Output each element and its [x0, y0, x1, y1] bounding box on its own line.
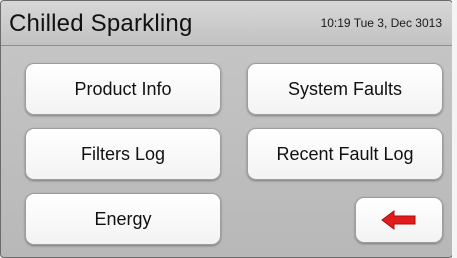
- product-info-button[interactable]: Product Info: [25, 63, 221, 115]
- product-info-label: Product Info: [74, 78, 172, 99]
- filters-log-label: Filters Log: [80, 143, 166, 164]
- touch-screen: Chilled Sparkling 10:19 Tue 3, Dec 3013 …: [0, 0, 453, 258]
- back-arrow-icon: [381, 210, 417, 230]
- energy-button[interactable]: Energy: [25, 193, 221, 245]
- recent-fault-log-button[interactable]: Recent Fault Log: [247, 128, 443, 180]
- screen-title: Chilled Sparkling: [9, 10, 193, 37]
- recent-fault-log-label: Recent Fault Log: [276, 143, 414, 164]
- system-faults-label: System Faults: [287, 78, 403, 99]
- title-bar: Chilled Sparkling 10:19 Tue 3, Dec 3013: [1, 1, 452, 46]
- energy-label: Energy: [94, 208, 152, 229]
- datetime-display: 10:19 Tue 3, Dec 3013: [320, 16, 442, 30]
- filters-log-button[interactable]: Filters Log: [25, 128, 221, 180]
- system-faults-button[interactable]: System Faults: [247, 63, 443, 115]
- back-button[interactable]: [355, 197, 443, 243]
- screen-edge: [452, 0, 457, 258]
